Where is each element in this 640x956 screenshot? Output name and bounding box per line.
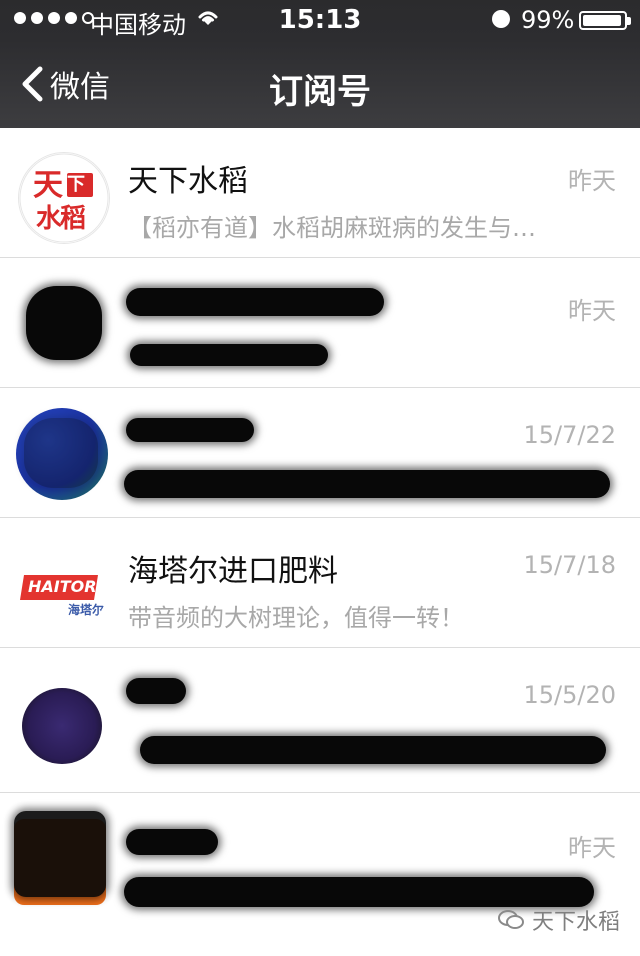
avatar: HAITOR 海塔尔	[18, 542, 108, 632]
redacted-preview	[140, 736, 606, 764]
battery-tip	[627, 17, 631, 25]
alarm-clock-icon	[492, 10, 510, 28]
redacted-avatar-overlay	[24, 418, 98, 488]
message-time: 15/7/22	[523, 421, 616, 449]
list-item[interactable]: 天 下 水稻 天下水稻 昨天 【稻亦有道】水稻胡麻斑病的发生与…	[0, 128, 640, 258]
message-time: 昨天	[568, 167, 616, 195]
battery-icon	[579, 11, 631, 30]
wechat-icon	[497, 910, 524, 929]
message-preview: 带音频的大树理论，值得一转！	[128, 604, 464, 632]
message-time: 昨天	[568, 297, 616, 325]
message-preview: 【稻亦有道】水稻胡麻斑病的发生与…	[128, 214, 536, 242]
list-item[interactable]: 15/7/22	[0, 388, 640, 518]
avatar-text: 下 水稻	[18, 152, 108, 242]
list-item[interactable]: HAITOR 海塔尔 海塔尔进口肥料 15/7/18 带音频的大树理论，值得一转…	[0, 518, 640, 648]
message-time: 15/7/18	[523, 551, 616, 579]
redacted-preview	[124, 470, 610, 498]
list-item[interactable]: 昨天	[0, 258, 640, 388]
redacted-name	[126, 288, 384, 316]
watermark-text: 天下水稻	[531, 910, 620, 935]
avatar-text-top: 下	[67, 174, 85, 195]
account-name: 天下水稻	[128, 164, 248, 199]
redacted-avatar	[26, 286, 102, 360]
redacted-preview	[130, 344, 328, 366]
status-bar: 中国移动 15:13 99%	[0, 0, 640, 40]
avatar-logo-text: HAITOR	[28, 577, 97, 596]
subscription-list: 天 下 水稻 天下水稻 昨天 【稻亦有道】水稻胡麻斑病的发生与… 昨天 15/7…	[0, 128, 640, 956]
redacted-preview	[124, 877, 594, 907]
avatar	[22, 688, 102, 764]
account-name: 海塔尔进口肥料	[128, 554, 338, 589]
redacted-name	[126, 418, 254, 442]
redacted-name	[126, 678, 186, 704]
avatar-logo-sub: 海塔尔	[68, 603, 105, 617]
message-time: 15/5/20	[523, 681, 616, 709]
list-item[interactable]: 15/5/20	[0, 648, 640, 793]
message-time: 昨天	[568, 834, 616, 862]
redacted-name	[126, 829, 218, 855]
watermark: 天下水稻	[497, 904, 620, 936]
redacted-avatar	[14, 811, 106, 897]
page-title: 订阅号	[269, 72, 371, 112]
battery-level	[583, 15, 621, 26]
navigation-bar: 微信 订阅号	[0, 40, 640, 128]
battery-percent: 99%	[521, 6, 575, 34]
avatar-text-bottom: 水稻	[36, 204, 86, 234]
